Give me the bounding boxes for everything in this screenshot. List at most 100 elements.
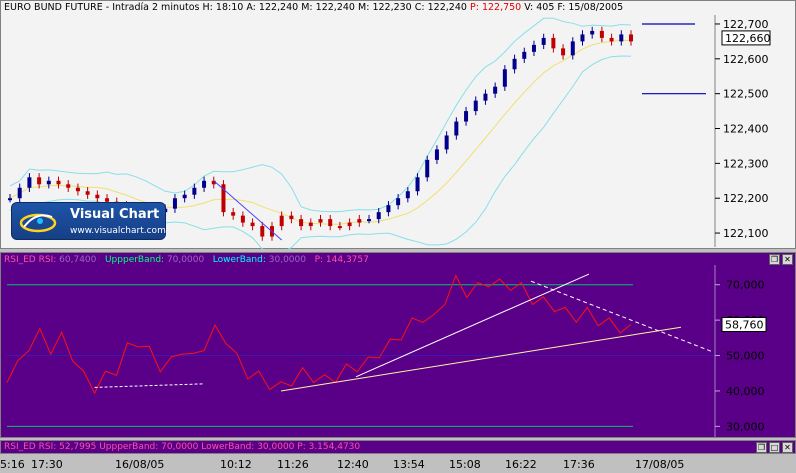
time-axis: 5:16 17:30 16/08/05 10:12 11:26 12:40 13:54 15:… bbox=[0, 455, 796, 473]
candle-body bbox=[299, 219, 304, 227]
candle-body bbox=[541, 37, 546, 45]
price-tick-label: 122,700 bbox=[723, 18, 769, 31]
price-tick-label: 122,300 bbox=[723, 157, 769, 170]
candle-body bbox=[8, 198, 12, 201]
lower-band-value: 30,0000 bbox=[268, 255, 306, 265]
candle-body bbox=[376, 212, 381, 220]
candle-body bbox=[405, 191, 410, 199]
candle-body bbox=[396, 198, 401, 206]
close-icon[interactable]: ✕ bbox=[782, 254, 793, 265]
candle-body bbox=[551, 37, 556, 49]
candle-body bbox=[512, 58, 517, 70]
candle-body bbox=[434, 149, 439, 160]
candle-body bbox=[347, 222, 352, 227]
rsi-window-controls: ❐ ✕ bbox=[769, 254, 793, 265]
candle-body bbox=[328, 219, 333, 227]
candle-body bbox=[425, 159, 430, 178]
candle-body bbox=[609, 37, 614, 42]
candle-body bbox=[464, 111, 469, 122]
time-tick-label: 11:26 bbox=[277, 458, 309, 471]
collapsed-indicator-strip[interactable]: RSI_ED RSI: 52,7995 UppperBand: 70,0000 … bbox=[0, 440, 796, 454]
candle-body bbox=[46, 180, 51, 185]
rsi-tick-label: 70,000 bbox=[726, 279, 765, 292]
logo-url: www.visualchart.com bbox=[70, 226, 166, 236]
rsi-last-value-label: 58,760 bbox=[725, 319, 764, 332]
rsi-tick-label: 30,000 bbox=[726, 420, 765, 433]
candle-body bbox=[580, 34, 585, 42]
candle-body bbox=[182, 194, 187, 199]
restore-icon[interactable]: ❐ bbox=[756, 442, 767, 453]
candle-body bbox=[17, 187, 22, 199]
candle-body bbox=[85, 191, 90, 195]
candle-body bbox=[37, 177, 42, 185]
candle-body bbox=[75, 187, 80, 192]
time-tick-label: 5:16 bbox=[0, 458, 25, 471]
price-tick-label: 122,400 bbox=[723, 123, 769, 136]
candle-body bbox=[590, 30, 595, 35]
rsi-line bbox=[6, 274, 632, 395]
candle-body bbox=[415, 177, 420, 192]
candle-body bbox=[66, 184, 71, 188]
rsi-p-value: 144,3757 bbox=[325, 255, 369, 265]
rsi-tick-label: 50,000 bbox=[726, 350, 765, 363]
price-tick-label: 122,600 bbox=[723, 53, 769, 66]
candle-body bbox=[493, 86, 498, 94]
candle-body bbox=[483, 93, 488, 101]
rsi-chart-svg[interactable]: 70,00060,00050,00040,00030,00058,760 bbox=[1, 253, 796, 439]
candle-body bbox=[202, 180, 207, 188]
upper-band-value: 70,0000 bbox=[166, 255, 205, 265]
candle-body bbox=[231, 212, 236, 216]
time-tick-label: 13:54 bbox=[393, 458, 425, 471]
time-tick-label: 17:30 bbox=[31, 458, 63, 471]
close-icon[interactable]: ✕ bbox=[782, 442, 793, 453]
candle-body bbox=[308, 222, 313, 227]
time-tick-label: 16/08/05 bbox=[115, 458, 165, 471]
candle-body bbox=[337, 226, 342, 229]
candle-body bbox=[27, 177, 32, 188]
candle-body bbox=[172, 198, 177, 209]
candle-body bbox=[250, 222, 255, 227]
logo-swoosh-icon bbox=[19, 213, 57, 233]
candle-body bbox=[454, 121, 459, 136]
price-tick-label: 122,500 bbox=[723, 88, 769, 101]
candle-body bbox=[531, 44, 536, 52]
candle-body bbox=[522, 51, 527, 59]
collapsed-indicator-text: RSI_ED RSI: 52,7995 UppperBand: 70,0000 … bbox=[4, 442, 361, 452]
last-price-label: 122,660 bbox=[725, 32, 771, 45]
candle-body bbox=[502, 69, 507, 87]
candle-body bbox=[289, 215, 294, 220]
candle-body bbox=[56, 180, 61, 185]
restore-icon[interactable]: ❐ bbox=[769, 254, 780, 265]
visual-chart-logo: Visual Chart www.visualchart.com bbox=[11, 202, 166, 240]
candle-body bbox=[599, 30, 604, 38]
price-chart-panel: EURO BUND FUTURE - Intradía 2 minutos H:… bbox=[0, 0, 796, 250]
logo-name: Visual Chart bbox=[70, 207, 160, 222]
candle-body bbox=[570, 41, 575, 56]
bollinger-upper-band bbox=[9, 17, 632, 213]
time-tick-label: 16:22 bbox=[505, 458, 537, 471]
time-tick-label: 15:08 bbox=[449, 458, 481, 471]
candle-body bbox=[444, 135, 449, 150]
candle-body bbox=[318, 219, 323, 223]
candle-body bbox=[473, 100, 478, 112]
candle-body bbox=[260, 226, 265, 237]
rsi-resistance-dashed bbox=[530, 280, 714, 353]
moving-average-line bbox=[9, 39, 632, 225]
maximize-icon[interactable]: □ bbox=[769, 442, 780, 453]
candle-body bbox=[629, 34, 633, 42]
candle-body bbox=[192, 187, 197, 195]
rsi-header: RSI_ED RSI: 60,7400 UppperBand: 70,0000 … bbox=[4, 255, 369, 265]
time-tick-label: 12:40 bbox=[337, 458, 369, 471]
rsi-current-value: 60,7400 bbox=[59, 255, 97, 265]
candle-body bbox=[95, 194, 100, 199]
price-tick-label: 122,200 bbox=[723, 192, 769, 205]
candle-body bbox=[367, 219, 372, 222]
time-tick-label: 17/08/05 bbox=[635, 458, 685, 471]
candle-body bbox=[386, 205, 391, 213]
time-tick-label: 10:12 bbox=[220, 458, 252, 471]
rsi-tick-label: 40,000 bbox=[726, 385, 765, 398]
candle-body bbox=[357, 219, 362, 223]
candle-body bbox=[279, 215, 284, 227]
price-tick-label: 122,100 bbox=[723, 227, 769, 240]
time-tick-label: 17:36 bbox=[563, 458, 595, 471]
